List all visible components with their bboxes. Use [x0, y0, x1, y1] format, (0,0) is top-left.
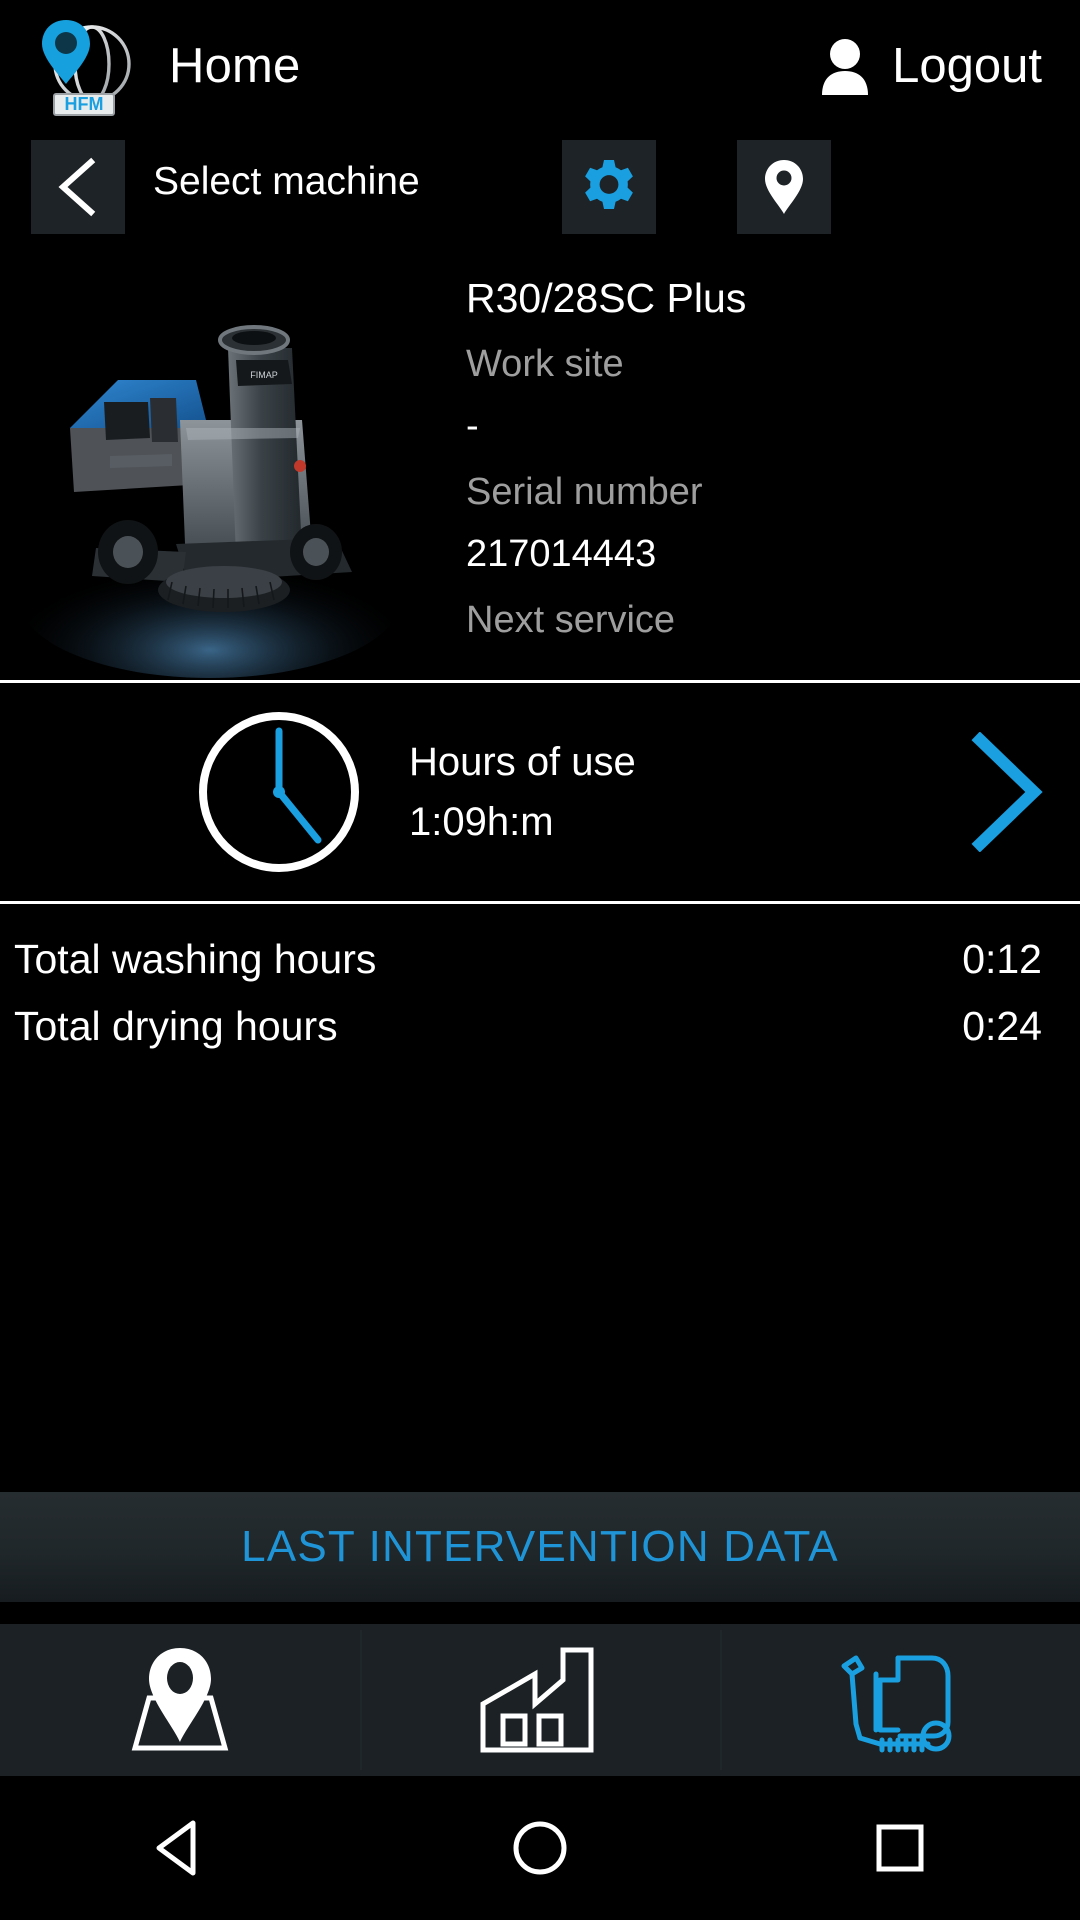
table-row: Total drying hours 0:24 [14, 993, 1042, 1060]
total-washing-hours-value: 0:12 [962, 936, 1042, 982]
sub-toolbar-title: Select machine [153, 160, 420, 203]
machine-info: R30/28SC Plus Work site - Serial number … [432, 252, 1080, 702]
tab-machine[interactable] [720, 1624, 1080, 1776]
map-pin-icon [121, 1646, 239, 1754]
app-screen: HFM Home Logout Select machine FIMAP R30… [0, 0, 1080, 1920]
clock-icon [196, 709, 362, 875]
total-drying-hours-label: Total drying hours [14, 1003, 338, 1049]
next-service-label: Next service [466, 599, 676, 641]
hours-of-use-row[interactable]: Hours of use 1:09h:m [0, 683, 1080, 901]
total-drying-hours-value: 0:24 [962, 1003, 1042, 1049]
total-washing-hours-label: Total washing hours [14, 936, 377, 982]
back-button[interactable] [31, 140, 125, 234]
serial-number-value: 217014443 [466, 533, 657, 575]
sub-toolbar: Select machine [0, 132, 1080, 252]
content-spacer [0, 1060, 1080, 1492]
machine-summary-panel[interactable]: FIMAP R30/28SC Plus Work site - Serial n… [0, 252, 1080, 702]
logout-label: Logout [892, 39, 1042, 93]
hours-of-use-text: Hours of use 1:09h:m [409, 742, 636, 842]
android-nav-bar [0, 1776, 1080, 1920]
machine-model: R30/28SC Plus [466, 275, 747, 321]
logout-button[interactable]: Logout [818, 37, 1058, 95]
nav-back-button[interactable] [0, 1819, 360, 1877]
page-title: Home [169, 39, 301, 93]
nav-home-button[interactable] [360, 1820, 720, 1876]
settings-button[interactable] [562, 140, 656, 234]
tab-map[interactable] [0, 1624, 360, 1776]
nav-recents-button[interactable] [720, 1822, 1080, 1874]
hours-of-use-label: Hours of use [409, 740, 636, 784]
triangle-back-icon [153, 1819, 207, 1877]
square-recents-icon [874, 1822, 926, 1874]
totals-list: Total washing hours 0:12 Total drying ho… [0, 904, 1080, 1060]
scrubber-machine-icon [836, 1644, 964, 1756]
map-pin-icon [763, 158, 805, 216]
hours-detail-chevron-button[interactable] [968, 732, 1046, 852]
tab-plant[interactable] [360, 1624, 720, 1776]
machine-photo: FIMAP [0, 252, 432, 680]
chevron-left-icon [51, 156, 105, 218]
worksite-value: - [466, 405, 479, 447]
serial-number-label: Serial number [466, 471, 703, 513]
circle-home-icon [512, 1820, 568, 1876]
location-button[interactable] [737, 140, 831, 234]
hours-of-use-value: 1:09h:m [409, 800, 554, 844]
svg-text:HFM: HFM [65, 94, 104, 114]
chevron-right-icon [968, 732, 1046, 852]
bottom-tab-bar [0, 1624, 1080, 1776]
person-icon [818, 37, 872, 95]
factory-icon [479, 1646, 601, 1754]
svg-text:FIMAP: FIMAP [250, 370, 278, 380]
app-bar: HFM Home Logout [0, 0, 1080, 132]
worksite-label: Work site [466, 343, 624, 385]
last-intervention-data-button[interactable]: LAST INTERVENTION DATA [0, 1492, 1080, 1602]
table-row: Total washing hours 0:12 [14, 926, 1042, 993]
pin-globe-logo: HFM [40, 14, 132, 118]
last-intervention-data-label: LAST INTERVENTION DATA [241, 1522, 839, 1571]
gear-icon [580, 158, 638, 216]
banner-gap [0, 1602, 1080, 1624]
